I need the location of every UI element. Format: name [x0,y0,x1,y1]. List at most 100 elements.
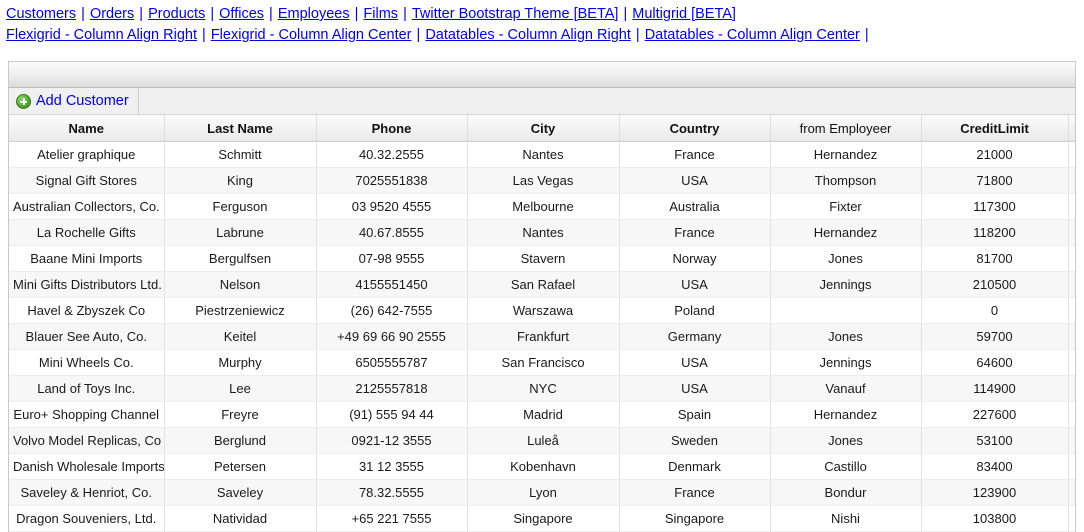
cell-employeer: Jones [770,245,922,272]
cell-phone: 2125557818 [316,375,468,402]
nav-separator: | [77,6,89,22]
cell-country: Sweden [619,427,771,454]
table-row[interactable]: Danish Wholesale Imports Petersen 31 12 35… [9,453,1075,480]
table-row[interactable]: Mini Gifts Distributors Ltd. Nelson 415555… [9,271,1075,298]
table-row[interactable]: Dragon Souveniers, Ltd. Natividad +65 221 … [9,505,1075,532]
cell-city: Luleå [467,427,620,454]
table-row[interactable]: Volvo Model Replicas, Co Berglund 0921-12 … [9,427,1075,454]
nav-separator: | [265,6,277,22]
cell-city: Nantes [467,141,620,168]
cell-spacer [1068,167,1075,194]
cell-employeer: Castillo [770,453,922,480]
cell-spacer [1068,375,1075,402]
column-header-city[interactable]: City [467,115,620,142]
cell-last_name: Natividad [164,505,317,532]
cell-employeer: Jones [770,323,922,350]
cell-city: Kobenhavn [467,453,620,480]
cell-city: NYC [467,375,620,402]
table-row[interactable]: La Rochelle Gifts Labrune 40.67.8555 Nantes… [9,219,1075,246]
cell-city: Frankfurt [467,323,620,350]
column-header-country[interactable]: Country [619,115,771,142]
top-navigation: Customers | Orders | Products | Offices … [0,0,1084,46]
cell-name: Land of Toys Inc. [9,375,165,402]
customers-grid-panel: Add Customer Name Last Name Phone City Count… [8,61,1076,532]
cell-phone: 40.32.2555 [316,141,468,168]
cell-name: Dragon Souveniers, Ltd. [9,505,165,532]
nav-link-customers[interactable]: Customers [6,6,76,22]
cell-employeer: Jennings [770,271,922,298]
column-header-employeer[interactable]: from Employeer [770,115,922,142]
add-customer-button[interactable]: Add Customer [9,88,139,114]
column-header-last_name[interactable]: Last Name [164,115,317,142]
table-row[interactable]: Euro+ Shopping Channel Freyre (91) 555 94 … [9,401,1075,428]
cell-credit_limit: 103800 [921,505,1069,532]
cell-country: Australia [619,193,771,220]
cell-phone: (26) 642-7555 [316,297,468,324]
cell-name: Baane Mini Imports [9,245,165,272]
cell-country: USA [619,167,771,194]
nav-link-twitter-bootstrap-theme-beta[interactable]: Twitter Bootstrap Theme [BETA] [412,6,619,22]
cell-phone: 0921-12 3555 [316,427,468,454]
cell-last_name: Nelson [164,271,317,298]
nav-link-flexigrid-column-align-center[interactable]: Flexigrid - Column Align Center [211,27,412,43]
column-header-credit_limit[interactable]: CreditLimit [921,115,1069,142]
nav-separator: | [399,6,411,22]
cell-name: La Rochelle Gifts [9,219,165,246]
table-header-row: Name Last Name Phone City Country from Employ… [9,115,1075,142]
nav-link-products[interactable]: Products [148,6,205,22]
cell-name: Danish Wholesale Imports [9,453,165,480]
cell-employeer: Bondur [770,479,922,506]
cell-name: Atelier graphique [9,141,165,168]
table-row[interactable]: Mini Wheels Co. Murphy 6505555787 San Franc… [9,349,1075,376]
cell-spacer [1068,219,1075,246]
add-customer-label: Add Customer [36,93,129,109]
cell-last_name: Schmitt [164,141,317,168]
cell-name: Euro+ Shopping Channel [9,401,165,428]
cell-credit_limit: 118200 [921,219,1069,246]
cell-employeer: Hernandez [770,219,922,246]
table-row[interactable]: Land of Toys Inc. Lee 2125557818 NYC USA Vana… [9,375,1075,402]
cell-employeer: Hernandez [770,401,922,428]
nav-link-datatables-column-align-center[interactable]: Datatables - Column Align Center [645,27,860,43]
table-row[interactable]: Australian Collectors, Co. Ferguson 03 952… [9,193,1075,220]
cell-last_name: Saveley [164,479,317,506]
table-row[interactable]: Havel & Zbyszek Co Piestrzeniewicz (26) 64… [9,297,1075,324]
cell-phone: 78.32.5555 [316,479,468,506]
cell-phone: 31 12 3555 [316,453,468,480]
cell-name: Havel & Zbyszek Co [9,297,165,324]
cell-spacer [1068,297,1075,324]
nav-link-flexigrid-column-align-right[interactable]: Flexigrid - Column Align Right [6,27,197,43]
nav-link-datatables-column-align-right[interactable]: Datatables - Column Align Right [425,27,631,43]
table-row[interactable]: Baane Mini Imports Bergulfsen 07-98 9555 St… [9,245,1075,272]
table-row[interactable]: Saveley & Henriot, Co. Saveley 78.32.5555 L… [9,479,1075,506]
cell-name: Blauer See Auto, Co. [9,323,165,350]
cell-city: Warszawa [467,297,620,324]
cell-phone: 4155551450 [316,271,468,298]
nav-separator: | [206,6,219,22]
cell-credit_limit: 59700 [921,323,1069,350]
cell-name: Australian Collectors, Co. [9,193,165,220]
cell-country: USA [619,375,771,402]
cell-phone: 6505555787 [316,349,468,376]
nav-link-multigrid-beta[interactable]: Multigrid [BETA] [632,6,736,22]
column-header-name[interactable]: Name [9,115,165,142]
column-header-phone[interactable]: Phone [316,115,468,142]
cell-employeer: Vanauf [770,375,922,402]
table-row[interactable]: Signal Gift Stores King 7025551838 Las Vega… [9,167,1075,194]
table-row[interactable]: Atelier graphique Schmitt 40.32.2555 Nantes… [9,141,1075,168]
cell-credit_limit: 83400 [921,453,1069,480]
cell-last_name: Freyre [164,401,317,428]
cell-city: Singapore [467,505,620,532]
cell-spacer [1068,141,1075,168]
nav-link-offices[interactable]: Offices [219,6,264,22]
cell-spacer [1068,453,1075,480]
cell-phone: 03 9520 4555 [316,193,468,220]
nav-link-films[interactable]: Films [363,6,398,22]
cell-last_name: Berglund [164,427,317,454]
nav-link-orders[interactable]: Orders [90,6,134,22]
cell-phone: (91) 555 94 44 [316,401,468,428]
nav-link-employees[interactable]: Employees [278,6,350,22]
table-row[interactable]: Blauer See Auto, Co. Keitel +49 69 66 90 2… [9,323,1075,350]
cell-city: Las Vegas [467,167,620,194]
cell-country: Norway [619,245,771,272]
